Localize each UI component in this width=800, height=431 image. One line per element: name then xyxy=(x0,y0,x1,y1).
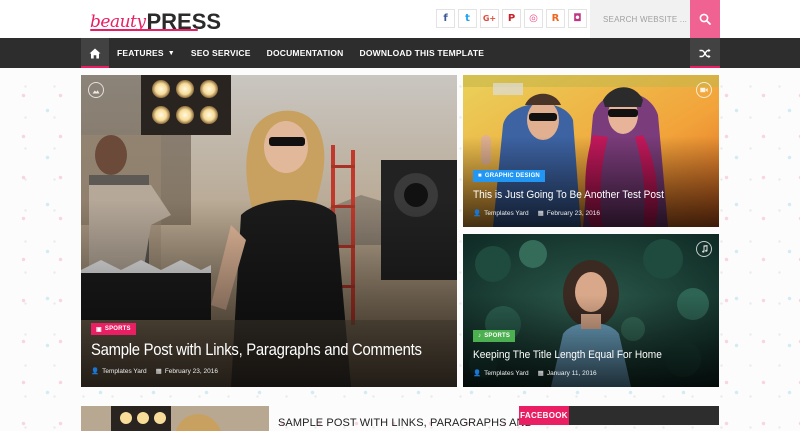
site-header: beauty PRESS f t G+ P ◎ R ◘ xyxy=(0,0,800,38)
user-icon: 👤 xyxy=(91,368,100,375)
post-author[interactable]: Templates Yard xyxy=(102,368,147,375)
music-icon: ♪ xyxy=(478,333,482,339)
rss-icon[interactable]: R xyxy=(546,9,565,28)
post-date: February 23, 2016 xyxy=(546,209,600,217)
nav-item-features[interactable]: FEATURES ▼ xyxy=(117,48,175,58)
search-button[interactable] xyxy=(690,0,720,38)
chevron-down-icon: ▼ xyxy=(167,49,175,57)
search-icon xyxy=(699,13,711,25)
post-date: February 23, 2016 xyxy=(164,367,218,375)
social-links: f t G+ P ◎ R ◘ xyxy=(436,9,587,28)
main-nav: FEATURES ▼ SEO SERVICE DOCUMENTATION DOW… xyxy=(0,38,800,68)
user-icon: 👤 xyxy=(473,210,482,217)
calendar-icon: ▦ xyxy=(537,210,544,217)
google-plus-icon[interactable]: G+ xyxy=(480,9,499,28)
post-meta: 👤 Templates Yard ▦ February 23, 2016 xyxy=(473,209,600,218)
category-badge[interactable]: ♪ SPORTS xyxy=(473,330,516,342)
video-icon: ■ xyxy=(478,173,482,179)
music-icon xyxy=(696,241,712,257)
featured-post-bottom-right[interactable]: ♪ SPORTS Keeping The Title Length Equal … xyxy=(463,234,719,387)
search-input[interactable] xyxy=(603,14,687,24)
shuffle-icon xyxy=(699,48,711,58)
video-icon xyxy=(696,82,712,98)
logo-underline xyxy=(90,29,198,31)
category-badge[interactable]: ▣ SPORTS xyxy=(91,323,136,335)
nav-item-label: DOWNLOAD THIS TEMPLATE xyxy=(359,48,485,58)
recent-post-title[interactable]: SAMPLE POST WITH LINKS, PARAGRAPHS AND xyxy=(278,417,533,429)
nav-item-label: SEO SERVICE xyxy=(190,48,251,58)
post-meta: 👤 Templates Yard ▦ January 11, 2016 xyxy=(473,369,597,378)
pinterest-icon[interactable]: P xyxy=(502,9,521,28)
post-date: January 11, 2016 xyxy=(546,369,597,377)
twitter-icon[interactable]: t xyxy=(458,9,477,28)
nav-item-label: FEATURES xyxy=(117,48,164,58)
post-title[interactable]: Keeping The Title Length Equal For Home xyxy=(473,349,662,361)
widget-title: FACEBOOK xyxy=(519,406,569,425)
search-box xyxy=(590,0,690,38)
nav-item-download-template[interactable]: DOWNLOAD THIS TEMPLATE xyxy=(360,48,485,58)
category-label: SPORTS xyxy=(484,333,511,339)
nav-item-label: DOCUMENTATION xyxy=(266,48,344,58)
featured-post-main[interactable]: ▣ SPORTS Sample Post with Links, Paragra… xyxy=(81,75,457,387)
home-icon xyxy=(89,48,101,58)
recent-post-thumbnail[interactable] xyxy=(81,406,269,431)
category-label: GRAPHIC DESIGN xyxy=(484,173,540,179)
image-icon xyxy=(88,82,104,98)
facebook-icon[interactable]: f xyxy=(436,9,455,28)
instagram-icon[interactable]: ◘ xyxy=(568,9,587,28)
featured-post-top-right[interactable]: ■ GRAPHIC DESIGN This is Just Going To B… xyxy=(463,75,719,227)
post-title[interactable]: This is Just Going To Be Another Test Po… xyxy=(473,189,664,201)
nav-item-documentation[interactable]: DOCUMENTATION xyxy=(267,48,344,58)
post-meta: 👤 Templates Yard ▦ February 23, 2016 xyxy=(91,367,218,376)
category-badge[interactable]: ■ GRAPHIC DESIGN xyxy=(473,170,545,182)
category-label: SPORTS xyxy=(104,326,131,332)
post-author[interactable]: Templates Yard xyxy=(484,370,529,377)
post-title[interactable]: Sample Post with Links, Paragraphs and C… xyxy=(91,341,422,360)
user-icon: 👤 xyxy=(473,370,482,377)
nav-item-seo-service[interactable]: SEO SERVICE xyxy=(191,48,251,58)
tag-icon: ▣ xyxy=(96,326,102,333)
post-thumbnail-image xyxy=(81,406,269,431)
dribbble-icon[interactable]: ◎ xyxy=(524,9,543,28)
random-post-button[interactable] xyxy=(690,38,720,68)
calendar-icon: ▦ xyxy=(155,368,162,375)
post-author[interactable]: Templates Yard xyxy=(484,210,529,217)
calendar-icon: ▦ xyxy=(537,370,544,377)
home-button[interactable] xyxy=(81,38,109,68)
